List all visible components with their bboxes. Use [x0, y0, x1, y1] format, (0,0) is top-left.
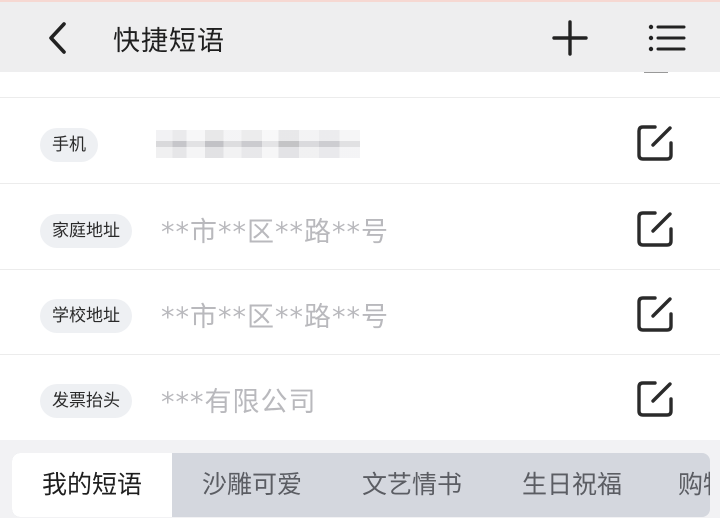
- edit-button[interactable]: [634, 122, 676, 164]
- phrase-value: **市**区**路**号: [161, 217, 389, 248]
- edit-icon: [637, 125, 673, 161]
- edit-button[interactable]: [634, 378, 676, 420]
- category-tab-bar: 我的短语 沙雕可爱 文艺情书 生日祝福 购物: [12, 453, 710, 517]
- tab-my-phrases[interactable]: 我的短语: [12, 453, 172, 517]
- list-item-home-address[interactable]: 家庭地址 **市**区**路**号: [0, 184, 720, 270]
- phrase-value: **市**区**路**号: [161, 302, 389, 333]
- phrase-list: 手机 家庭地址 **市**区**路**号 学校地址 **市**区**路**号 发…: [0, 72, 720, 440]
- list-item-phone[interactable]: 手机: [0, 98, 720, 184]
- list-item-school-address[interactable]: 学校地址 **市**区**路**号: [0, 269, 720, 355]
- redacted-value: [156, 130, 360, 158]
- tab-birthday-wishes[interactable]: 生日祝福: [492, 453, 652, 517]
- partial-text-glyph: [368, 72, 408, 74]
- phrase-value: ***有限公司: [161, 387, 317, 418]
- edit-button[interactable]: [634, 208, 676, 250]
- page-title: 快捷短语: [113, 26, 225, 57]
- tab-funny-cute[interactable]: 沙雕可爱: [172, 453, 332, 517]
- edit-button[interactable]: [634, 293, 676, 335]
- edit-icon: [637, 296, 673, 332]
- app-header: 快捷短语: [0, 2, 720, 72]
- edit-icon: [637, 381, 673, 417]
- tab-shopping[interactable]: 购物: [652, 453, 710, 517]
- phrase-tag: 家庭地址: [40, 214, 132, 248]
- list-menu-icon: [648, 24, 686, 52]
- phrase-tag: 手机: [40, 128, 98, 162]
- list-item-invoice-title[interactable]: 发票抬头 ***有限公司: [0, 354, 720, 439]
- edit-icon: [637, 211, 673, 247]
- phrase-tag: 学校地址: [40, 299, 132, 333]
- chevron-left-icon: [49, 22, 66, 54]
- edit-icon: [644, 72, 668, 73]
- list-item-partial[interactable]: [0, 72, 720, 98]
- phrase-tag: 发票抬头: [40, 384, 132, 418]
- tab-love-letters[interactable]: 文艺情书: [332, 453, 492, 517]
- plus-icon: [552, 20, 588, 56]
- manage-list-button[interactable]: [644, 16, 688, 60]
- add-phrase-button[interactable]: [548, 16, 592, 60]
- back-button[interactable]: [36, 16, 80, 60]
